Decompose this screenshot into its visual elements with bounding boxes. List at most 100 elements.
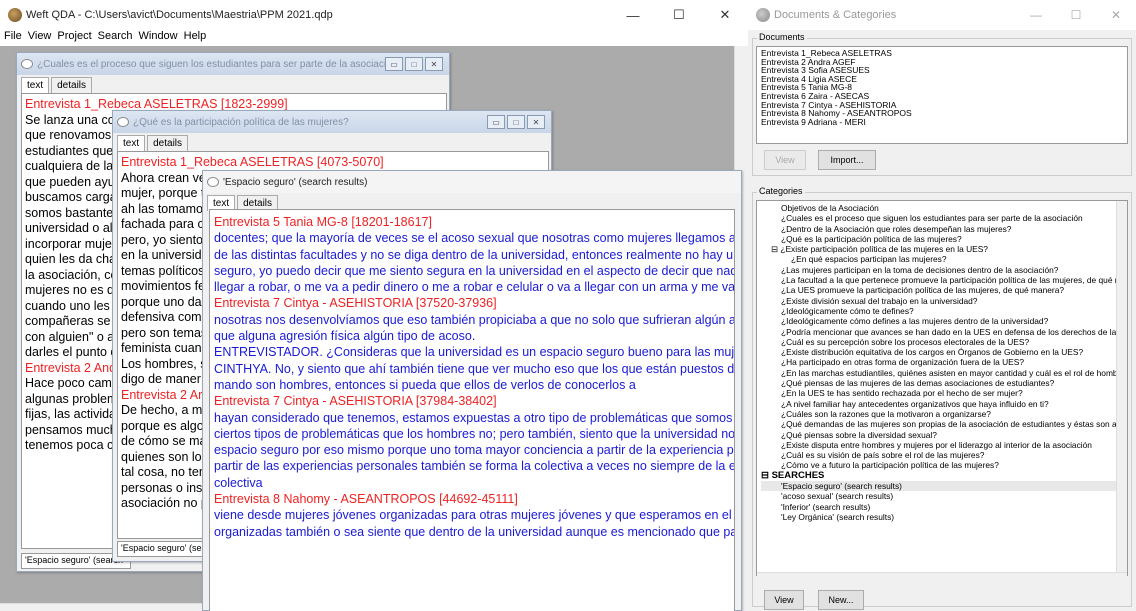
- category-item[interactable]: ¿Cuáles son la razones que la motivaron …: [761, 409, 1123, 419]
- minimize-button[interactable]: ▭: [385, 57, 403, 71]
- text-line: organizadas también o sea siente que den…: [214, 524, 735, 539]
- maximize-button[interactable]: ☐: [656, 0, 702, 30]
- categories-scrollbar[interactable]: [1116, 201, 1127, 575]
- menu-help[interactable]: Help: [184, 30, 207, 46]
- categories-label: Categories: [757, 186, 805, 196]
- category-item[interactable]: ¿La UES promueve la participación políti…: [761, 285, 1123, 295]
- category-item[interactable]: ¿Qué piensas sobre la diversidad sexual?: [761, 430, 1123, 440]
- documents-list[interactable]: Entrevista 1_Rebeca ASELETRAS Entrevista …: [756, 46, 1128, 144]
- close-button[interactable]: ✕: [702, 0, 748, 30]
- text-line: llegar a robar, o me va a pedir dinero o…: [214, 280, 735, 295]
- category-item[interactable]: ¿Qué es la participación política de las…: [761, 234, 1123, 244]
- app-title: Weft QDA - C:\Users\avict\Documents\Maes…: [26, 9, 333, 21]
- category-item[interactable]: ¿Cuales es el proceso que siguen los est…: [761, 213, 1123, 223]
- close-button[interactable]: ✕: [527, 115, 545, 129]
- category-item[interactable]: ¿Cuál es su visión de país sobre el rol …: [761, 450, 1123, 460]
- maximize-button[interactable]: □: [405, 57, 423, 71]
- minimize-button[interactable]: —: [1016, 0, 1056, 30]
- documents-label: Documents: [757, 32, 807, 42]
- tab-details[interactable]: details: [147, 135, 189, 151]
- search-item[interactable]: 'Ley Orgánica' (search results): [761, 512, 1123, 522]
- text-line: nosotras nos desenvolvíamos que eso tamb…: [214, 312, 735, 327]
- text-line: mando son hombres, entonces si pueda que…: [214, 377, 636, 392]
- search-results-window[interactable]: 'Espacio seguro' (search results) text d…: [202, 170, 742, 611]
- import-button[interactable]: Import...: [818, 150, 876, 170]
- text-line: espacio seguro por eso mismo porque uno …: [214, 443, 735, 458]
- menu-search[interactable]: Search: [98, 30, 133, 46]
- menu-file[interactable]: File: [4, 30, 22, 46]
- documents-categories-window: Documents & Categories — ☐ ✕ Documents E…: [748, 0, 1136, 611]
- maximize-button[interactable]: ☐: [1056, 0, 1096, 30]
- tab-text[interactable]: text: [117, 135, 146, 151]
- text-line: CINTHYA. No, y siento que ahí también ti…: [214, 361, 735, 376]
- document-item[interactable]: Entrevista 9 Adriana - MERI: [761, 118, 1123, 127]
- new-button[interactable]: New...: [818, 590, 864, 610]
- search-item[interactable]: 'Espacio seguro' (search results): [761, 481, 1123, 492]
- menu-bar: File View Project Search Window Help: [0, 30, 748, 46]
- maximize-button[interactable]: □: [507, 115, 525, 129]
- category-item[interactable]: Objetivos de la Asociación: [761, 203, 1123, 213]
- view-search-button[interactable]: View: [764, 590, 804, 610]
- doc-window-titlebar[interactable]: 'Espacio seguro' (search results): [203, 171, 741, 193]
- category-item[interactable]: ¿Qué demandas de las mujeres son propias…: [761, 419, 1127, 429]
- categories-hscrollbar[interactable]: [757, 572, 1127, 584]
- category-item[interactable]: ¿Existe disputa entre hombres y mujeres …: [761, 440, 1123, 450]
- menu-view[interactable]: View: [28, 30, 52, 46]
- category-item[interactable]: ¿En las marchas estudiantiles, quiénes a…: [761, 368, 1127, 378]
- doc-window-title: 'Espacio seguro' (search results): [223, 176, 368, 188]
- doc-window-title: ¿Cuales es el proceso que siguen los est…: [37, 58, 398, 70]
- weft-logo-icon: [8, 8, 22, 22]
- text-line: seguro, yo puedo decir que me siento seg…: [214, 263, 735, 278]
- category-item[interactable]: ¿Existe división sexual del trabajo en l…: [761, 296, 1123, 306]
- text-line: hayan considerado que tenemos, estamos e…: [214, 410, 735, 425]
- weft-logo-icon: [756, 8, 770, 22]
- status-search-label: 'Espacio seguro' (sear: [117, 541, 205, 557]
- text-line: ENTREVISTADOR. ¿Consideras que la univer…: [214, 345, 735, 360]
- segment-heading: Entrevista 8 Nahomy - ASEANTROPOS [44692…: [214, 492, 518, 507]
- segment-heading: Entrevista 1_Rebeca ASELETRAS [4073-5070…: [121, 155, 384, 169]
- category-item[interactable]: ¿Podría mencionar que avances se han dad…: [761, 327, 1127, 337]
- text-line: partir de las experiencias personales ta…: [214, 459, 735, 474]
- window-icon: [207, 177, 219, 187]
- category-item[interactable]: ¿Ideológicamente cómo te defines?: [761, 306, 1123, 316]
- close-button[interactable]: ✕: [1096, 0, 1136, 30]
- text-line: viene desde mujeres jóvenes organizadas …: [214, 508, 735, 523]
- doc-window-titlebar[interactable]: ¿Cuales es el proceso que siguen los est…: [17, 53, 449, 75]
- category-item[interactable]: ¿Existe distribución equitativa de los c…: [761, 347, 1123, 357]
- panel-titlebar: Documents & Categories — ☐ ✕: [748, 0, 1136, 30]
- doc-window-title: ¿Qué es la participación política de las…: [133, 116, 349, 128]
- search-item[interactable]: 'Inferior' (search results): [761, 502, 1123, 512]
- category-item[interactable]: ⊟ ¿Existe participación política de las …: [761, 244, 1123, 254]
- app-titlebar: Weft QDA - C:\Users\avict\Documents\Maes…: [0, 0, 748, 30]
- categories-tree[interactable]: Objetivos de la Asociación ¿Cuales es el …: [756, 200, 1128, 576]
- category-item[interactable]: ¿En qué espacios participan las mujeres?: [761, 254, 1123, 264]
- minimize-button[interactable]: ▭: [487, 115, 505, 129]
- text-line: que alguna agresión física algún tipo de…: [214, 329, 476, 344]
- minimize-button[interactable]: —: [610, 0, 656, 30]
- category-item[interactable]: ¿La facultad a la que pertenece promueve…: [761, 275, 1127, 285]
- category-item[interactable]: ¿Dentro de la Asociación que roles desem…: [761, 224, 1123, 234]
- category-item[interactable]: ¿Las mujeres participan en la toma de de…: [761, 265, 1123, 275]
- search-item[interactable]: 'acoso sexual' (search results): [761, 491, 1123, 501]
- category-item[interactable]: ¿Cuál es su percepción sobre los proceso…: [761, 337, 1123, 347]
- segment-heading: Entrevista 5 Tania MG-8 [18201-18617]: [214, 215, 432, 229]
- category-item[interactable]: ¿Ideológicamente cómo defines a las muje…: [761, 316, 1123, 326]
- tab-text[interactable]: text: [21, 77, 50, 93]
- text-line: ciertos tipos de problemáticas que los h…: [214, 426, 735, 441]
- tab-details[interactable]: details: [51, 77, 93, 93]
- search-results-text[interactable]: Entrevista 5 Tania MG-8 [18201-18617] doc…: [209, 209, 735, 611]
- menu-window[interactable]: Window: [139, 30, 178, 46]
- window-icon: [21, 59, 33, 69]
- text-line: docentes; que la mayoría de veces se el …: [214, 231, 735, 246]
- category-item[interactable]: ¿Ha participado en otras forma de organi…: [761, 357, 1123, 367]
- category-item[interactable]: ¿Qué piensas de las mujeres de las demas…: [761, 378, 1123, 388]
- menu-project[interactable]: Project: [57, 30, 91, 46]
- window-icon: [117, 117, 129, 127]
- segment-heading: Entrevista 7 Cintya - ASEHISTORIA [37520…: [214, 296, 497, 311]
- view-button[interactable]: View: [764, 150, 806, 170]
- category-item[interactable]: ¿En la UES te has sentido rechazada por …: [761, 388, 1123, 398]
- close-button[interactable]: ✕: [425, 57, 443, 71]
- searches-node[interactable]: ⊟ SEARCHES: [761, 470, 1123, 481]
- category-item[interactable]: ¿A nivel familiar hay antecedentes organ…: [761, 399, 1123, 409]
- doc-window-titlebar[interactable]: ¿Qué es la participación política de las…: [113, 111, 551, 133]
